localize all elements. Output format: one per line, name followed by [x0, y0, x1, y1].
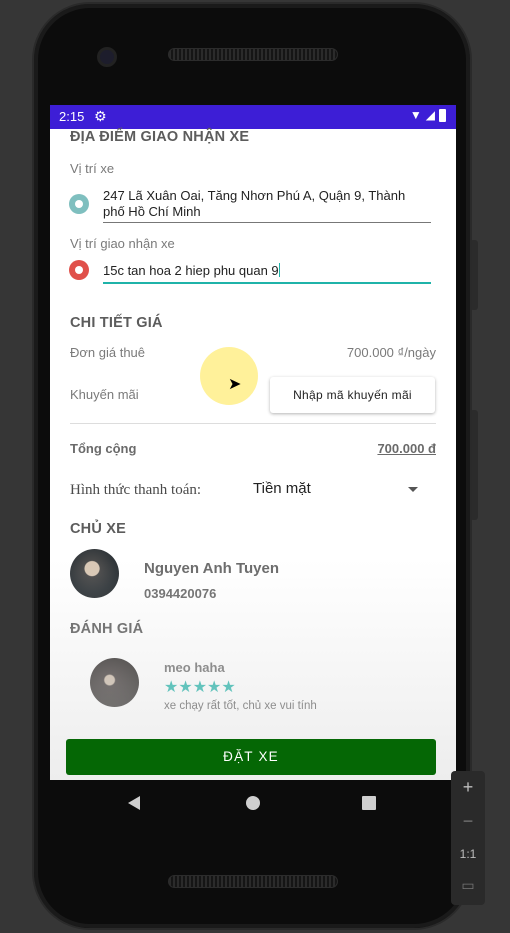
booking-content[interactable]: ĐỊA ĐIỂM GIAO NHẬN XE Vị trí xe 247 Lã X… [50, 129, 456, 780]
unit-price-label: Đơn giá thuê [70, 345, 146, 360]
back-icon[interactable] [128, 796, 140, 810]
handover-location-value: 15c tan hoa 2 hiep phu quan 9 [103, 263, 279, 278]
owner-avatar[interactable] [70, 549, 119, 598]
home-icon[interactable] [246, 796, 260, 810]
text-cursor [278, 263, 280, 277]
signal-icon: ◢ [425, 108, 435, 122]
promo-code-button[interactable]: Nhập mã khuyến mãi [270, 377, 435, 413]
review-comment: xe chạy rất tốt, chủ xe vui tính [164, 700, 317, 712]
owner-phone[interactable]: 0394420076 [144, 586, 216, 601]
mouse-cursor-icon: ➤ [228, 376, 242, 393]
payment-method-select[interactable]: Tiền mặt [253, 480, 418, 502]
handover-location-label: Vị trí giao nhận xe [70, 236, 175, 251]
zoom-reset-button[interactable]: 1:1 [451, 847, 485, 861]
fit-screen-icon[interactable]: ▭ [451, 877, 485, 894]
book-car-button[interactable]: ĐẶT XE [66, 739, 436, 775]
dropdown-caret-icon [408, 487, 418, 492]
status-icons: ▼ ◢ [410, 108, 446, 122]
rating-stars: ★★★★★ [164, 679, 236, 696]
car-location-pin-icon [69, 194, 89, 214]
front-camera [97, 47, 117, 67]
owner-name: Nguyen Anh Tuyen [144, 560, 279, 577]
reviewer-avatar [90, 658, 139, 707]
handover-location-underline [103, 282, 431, 284]
car-location-underline [103, 222, 431, 223]
app-screen: 2:15 ⚙ ▼ ◢ ĐỊA ĐIỂM GIAO NHẬN XE Vị trí … [50, 105, 456, 780]
wifi-icon: ▼ [409, 108, 422, 122]
total-value: 700.000 đ [377, 441, 436, 456]
unit-price-value: 700.000 ₫/ngày [346, 345, 436, 360]
zoom-in-button[interactable]: + [451, 777, 485, 798]
emulator-zoom-panel: + − 1:1 ▭ [451, 771, 485, 905]
emulator-stage: 2:15 ⚙ ▼ ◢ ĐỊA ĐIỂM GIAO NHẬN XE Vị trí … [0, 0, 510, 933]
gear-icon: ⚙ [94, 108, 107, 124]
bottom-speaker [168, 875, 338, 888]
car-location-line1: 247 Lã Xuân Oai, Tăng Nhơn Phú A, Quận 9… [103, 188, 406, 203]
battery-icon [439, 108, 446, 122]
payment-method-value: Tiền mặt [253, 480, 311, 497]
review-section-title: ĐÁNH GIÁ [70, 621, 144, 637]
reviewer-name: meo haha [164, 660, 225, 675]
handover-location-input[interactable]: 15c tan hoa 2 hiep phu quan 9 [103, 263, 280, 279]
top-speaker [168, 48, 338, 61]
handover-location-pin-icon [69, 260, 89, 280]
recents-icon[interactable] [362, 796, 376, 810]
android-nav-bar [50, 780, 456, 826]
car-location-field[interactable]: 247 Lã Xuân Oai, Tăng Nhơn Phú A, Quận 9… [103, 188, 405, 220]
promo-label: Khuyến mãi [70, 387, 139, 402]
delivery-section-title: ĐỊA ĐIỂM GIAO NHẬN XE [70, 129, 250, 145]
car-location-line2: phố Hồ Chí Minh [103, 204, 201, 219]
owner-section-title: CHỦ XE [70, 521, 126, 537]
total-label: Tổng cộng [70, 441, 137, 456]
zoom-out-button[interactable]: − [451, 811, 485, 832]
payment-method-label: Hình thức thanh toán: [70, 482, 202, 498]
status-time: 2:15 [59, 109, 85, 124]
car-location-label: Vị trí xe [70, 161, 115, 176]
status-bar: 2:15 ⚙ ▼ ◢ [50, 105, 456, 129]
price-divider [70, 423, 436, 424]
price-section-title: CHI TIẾT GIÁ [70, 315, 163, 331]
